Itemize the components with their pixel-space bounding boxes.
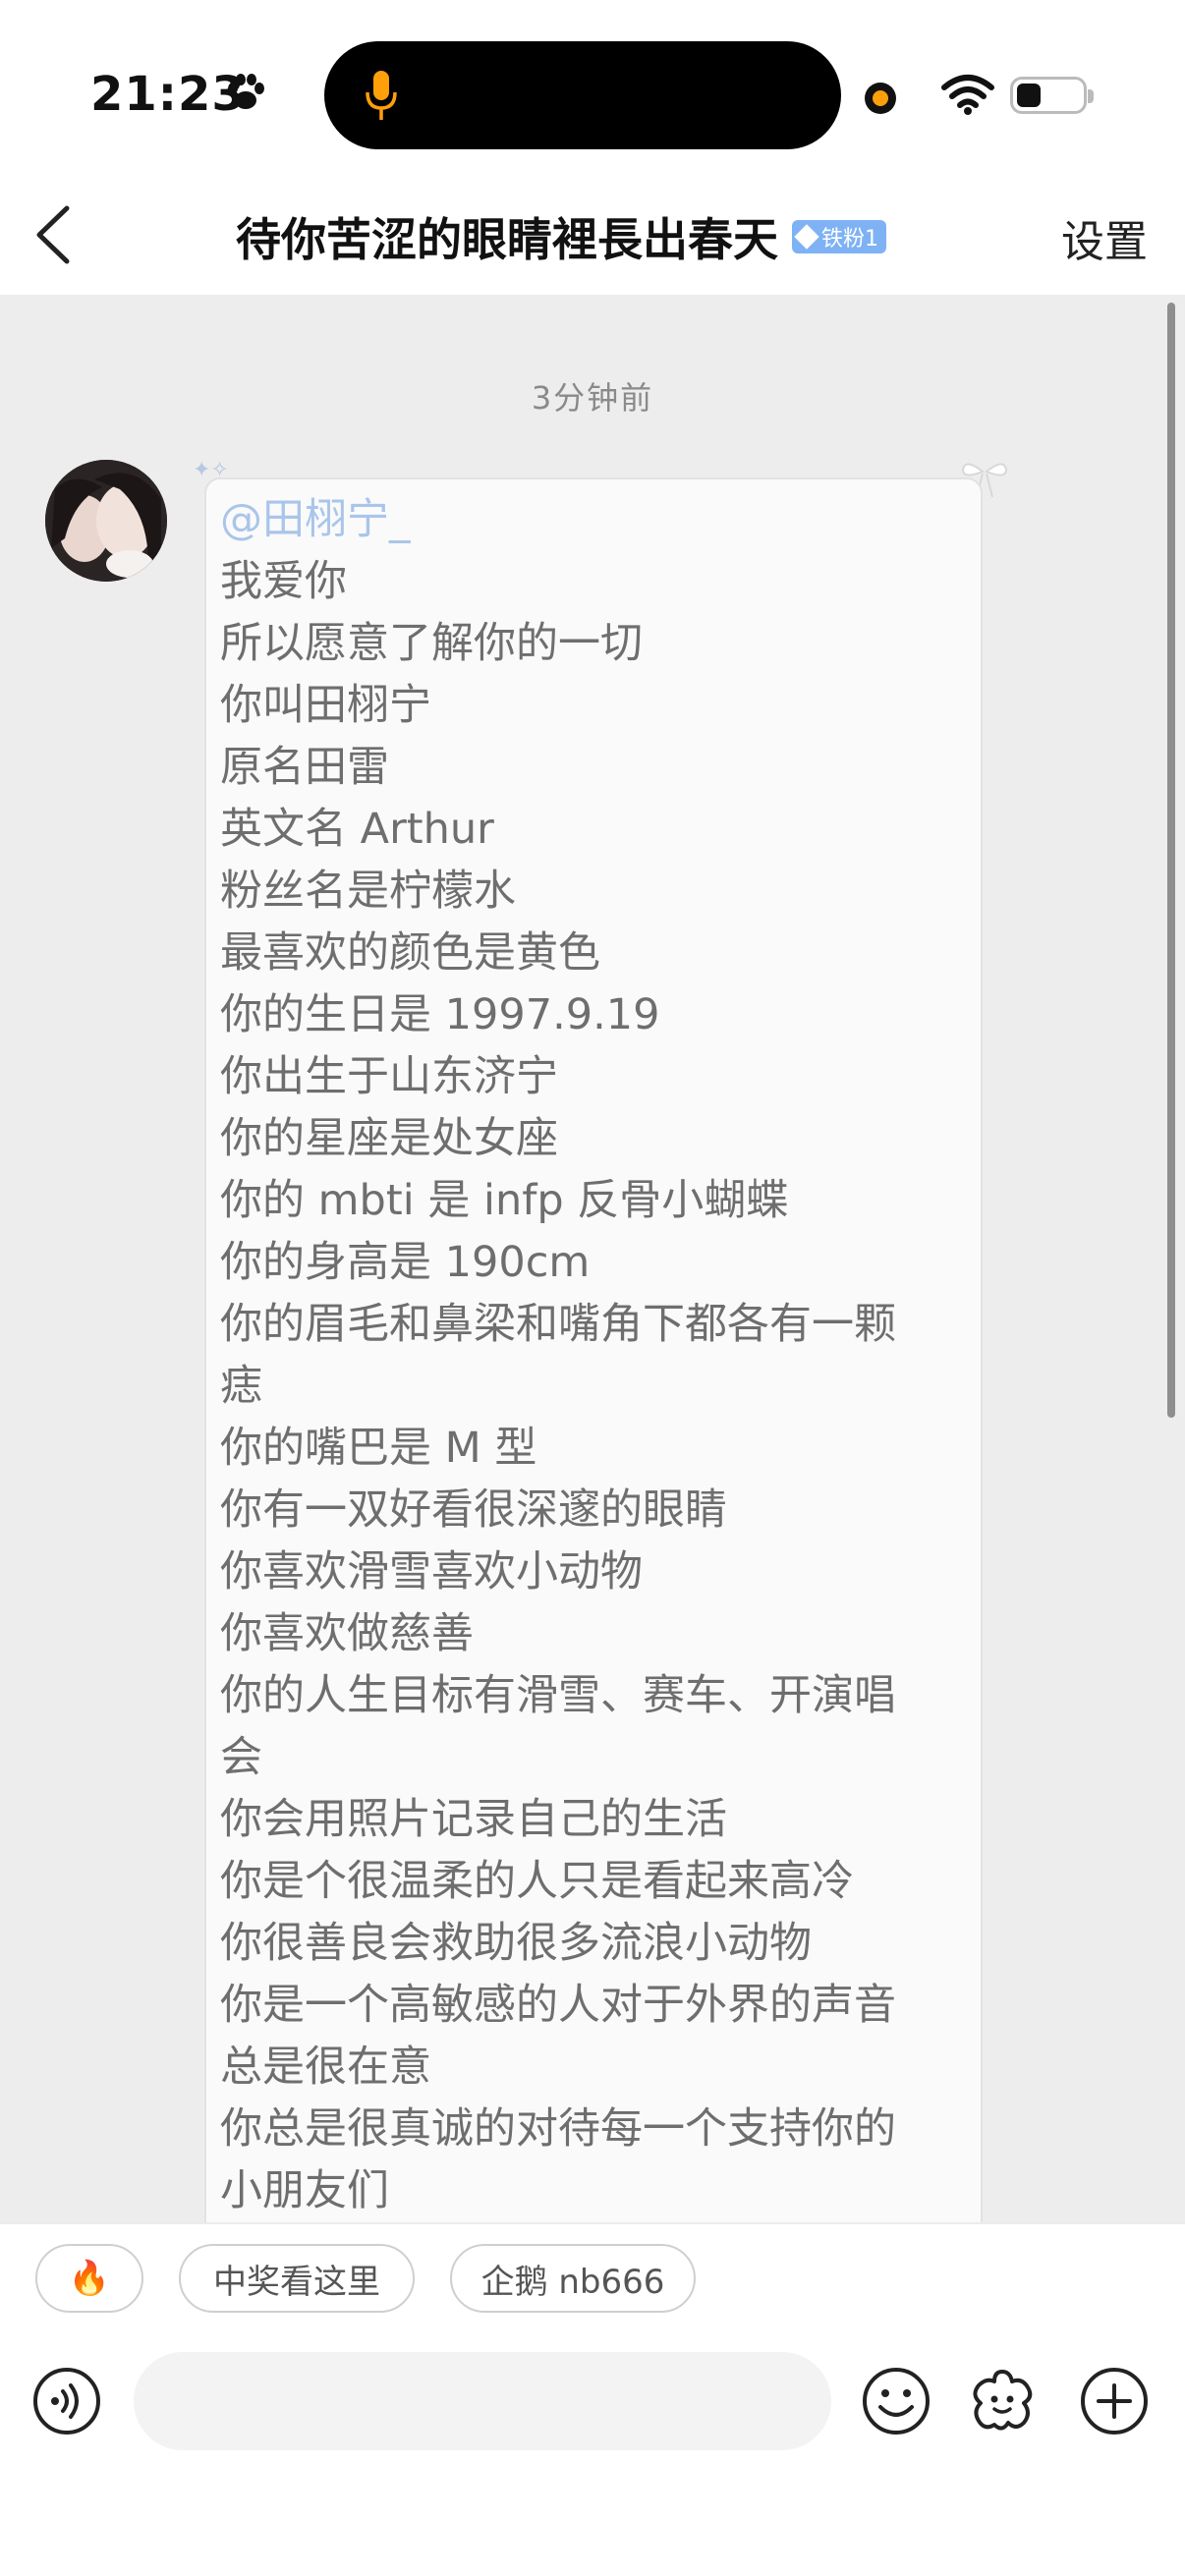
avatar[interactable] [45, 460, 167, 582]
recording-indicator-icon [865, 83, 896, 114]
quick-reply-prize[interactable]: 中奖看这里 [179, 2244, 415, 2313]
fan-level-badge: 铁粉1 [792, 220, 886, 253]
message-line: 你的人生目标有滑雪、赛车、开演唱 [220, 1671, 896, 1720]
message-line: 会 [220, 1733, 262, 1782]
message-line: 你的星座是处女座 [220, 1114, 558, 1163]
message-line: 痣 [220, 1362, 262, 1411]
status-time: 21:23 [90, 67, 246, 122]
message-line: 总是很在意 [220, 2043, 431, 2092]
wifi-icon [941, 75, 994, 115]
message-line: 最喜欢的颜色是黄色 [220, 928, 600, 978]
message-lines: 我爱你 所以愿意了解你的一切 你叫田栩宁 原名田雷 英文名 Arthur 粉丝名… [220, 551, 965, 2222]
dynamic-island [324, 41, 841, 149]
message-line: 你出生于山东济宁 [220, 1052, 558, 1101]
message-line: 你叫田栩宁 [220, 681, 431, 730]
battery-icon [1010, 77, 1094, 114]
voice-icon[interactable] [31, 2366, 102, 2436]
message-line: 你总是很真诚的对待每一个支持你的 [220, 2104, 896, 2154]
title-group: 待你苦涩的眼睛裡長出春天 铁粉1 [236, 202, 886, 271]
paw-icon [228, 74, 264, 109]
back-arrow-icon[interactable] [29, 200, 79, 269]
message-line: 你的嘴巴是 M 型 [220, 1424, 537, 1473]
message-bubble[interactable]: @田栩宁_ 我爱你 所以愿意了解你的一切 你叫田栩宁 原名田雷 英文名 Arth… [204, 477, 983, 2222]
message-line: 你是个很温柔的人只是看起来高冷 [220, 1857, 854, 1906]
message-line: 我爱你 [220, 557, 347, 606]
mention-tag[interactable]: @田栩宁_ [220, 489, 965, 551]
message-line: 你的生日是 1997.9.19 [220, 990, 660, 1039]
message-line: 所以愿意了解你的一切 [220, 619, 643, 668]
message-line: 英文名 Arthur [220, 805, 494, 854]
message-line: 原名田雷 [220, 743, 389, 792]
chat-area[interactable]: 3分钟前 ✦✧ @田栩宁_ 我爱你 所以愿意了解你的一切 你叫田栩宁 原名田雷 … [0, 295, 1185, 2222]
message-line: 粉丝名是柠檬水 [220, 867, 516, 916]
message-input[interactable] [134, 2352, 831, 2450]
message-line: 你很善良会救助很多流浪小动物 [220, 1919, 812, 1968]
message-timestamp: 3分钟前 [531, 379, 654, 417]
quick-reply-penguin[interactable]: 企鹅 nb666 [450, 2244, 696, 2313]
message-line: 你会用照片记录自己的生活 [220, 1795, 727, 1844]
status-bar: 21:23 [0, 0, 1185, 177]
group-title: 待你苦涩的眼睛裡長出春天 [236, 213, 778, 266]
fan-level-label: 铁粉1 [821, 227, 878, 252]
message-line: 你的身高是 190cm [220, 1238, 591, 1287]
chat-scrollbar[interactable] [1167, 303, 1175, 1418]
quick-reply-fire[interactable]: 🔥 [35, 2244, 143, 2313]
sticker-icon[interactable] [967, 2366, 1038, 2436]
message-line: 你喜欢滑雪喜欢小动物 [220, 1547, 643, 1596]
message-line: 你喜欢做慈善 [220, 1609, 474, 1658]
input-bar [0, 2321, 1185, 2576]
chat-header: 待你苦涩的眼睛裡長出春天 铁粉1 设置 [0, 177, 1185, 295]
message-line: 小朋友们 [220, 2166, 389, 2215]
microphone-icon [366, 71, 397, 120]
message-line: 你的 mbti 是 infp 反骨小蝴蝶 [220, 1176, 789, 1225]
message-line: 你有一双好看很深邃的眼睛 [220, 1485, 727, 1535]
message-line: 你是一个高敏感的人对于外界的声音 [220, 1981, 896, 2030]
settings-button[interactable]: 设置 [1061, 206, 1148, 269]
add-icon[interactable] [1079, 2366, 1150, 2436]
message-line: 你的眉毛和鼻梁和嘴角下都各有一颗 [220, 1300, 896, 1349]
emoji-icon[interactable] [861, 2366, 931, 2436]
avatar-photo [45, 460, 167, 582]
diamond-icon [794, 224, 819, 250]
quick-reply-bar: 🔥 中奖看这里 企鹅 nb666 [0, 2222, 1185, 2321]
